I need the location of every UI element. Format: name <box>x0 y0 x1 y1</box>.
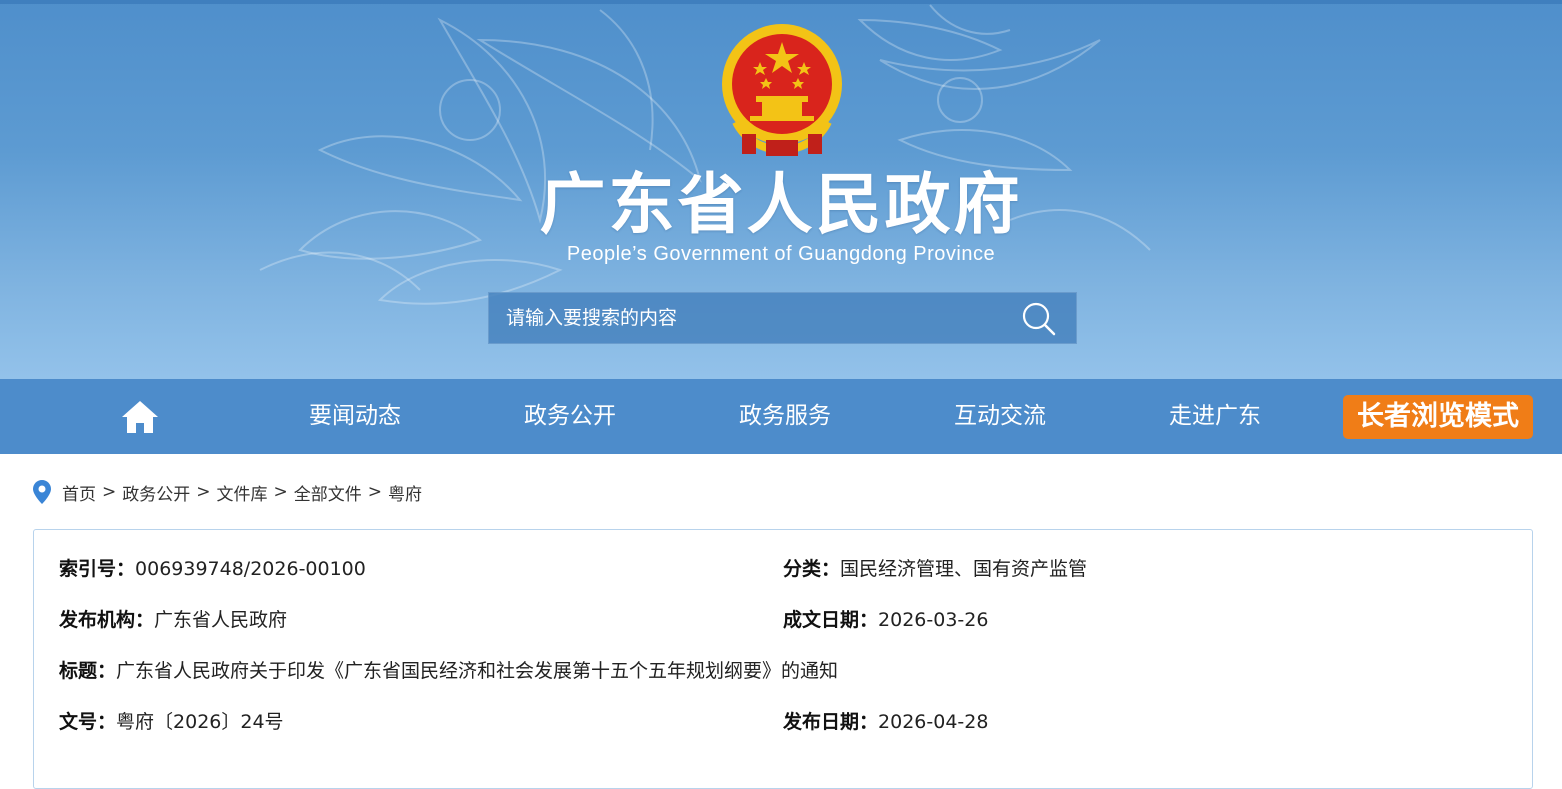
search-input[interactable] <box>489 293 1009 343</box>
category-value: 国民经济管理、国有资产监管 <box>840 558 1088 580</box>
issuer-label: 发布机构： <box>59 609 155 631</box>
doc-number-value: 粤府〔2026〕24号 <box>116 711 284 733</box>
site-subtitle: People’s Government of Guangdong Provinc… <box>566 243 996 265</box>
breadcrumb-yuefu[interactable]: 粤府 <box>388 480 422 505</box>
written-date-value: 2026-03-26 <box>878 609 989 631</box>
breadcrumb: 首页 > 政务公开 > 文件库 > 全部文件 > 粤府 <box>33 478 422 506</box>
national-emblem-icon <box>722 24 842 156</box>
category-label: 分类： <box>783 558 841 580</box>
issuer-row: 发布机构：广东省人民政府 <box>59 605 287 635</box>
category-row: 分类：国民经济管理、国有资产监管 <box>783 554 1087 584</box>
nav-item-gov-services[interactable]: 政务服务 <box>715 379 855 454</box>
issuer-value: 广东省人民政府 <box>154 609 288 631</box>
nav-item-gov-affairs-open[interactable]: 政务公开 <box>500 379 640 454</box>
site-title: 广东省人民政府 <box>539 166 1023 243</box>
location-pin-icon <box>33 480 51 504</box>
search-icon[interactable] <box>1019 299 1059 339</box>
index-number-value: 006939748/2026-00100 <box>135 558 366 580</box>
breadcrumb-all-documents[interactable]: 全部文件 <box>294 480 362 505</box>
doc-number-label: 文号： <box>59 711 117 733</box>
title-value: 广东省人民政府关于印发《广东省国民经济和社会发展第十五个五年规划纲要》的通知 <box>116 660 839 682</box>
home-icon[interactable] <box>120 399 160 435</box>
index-number-label: 索引号： <box>59 558 136 580</box>
search-box <box>488 292 1077 344</box>
written-date-row: 成文日期：2026-03-26 <box>783 605 988 635</box>
breadcrumb-separator: > <box>196 482 211 502</box>
title-row: 标题：广东省人民政府关于印发《广东省国民经济和社会发展第十五个五年规划纲要》的通… <box>59 656 838 686</box>
doc-number-row: 文号：粤府〔2026〕24号 <box>59 707 284 737</box>
publish-date-row: 发布日期：2026-04-28 <box>783 707 988 737</box>
document-info-panel: 索引号：006939748/2026-00100 分类：国民经济管理、国有资产监… <box>33 529 1533 789</box>
main-nav: 要闻动态 政务公开 政务服务 互动交流 走进广东 <box>0 379 1562 454</box>
breadcrumb-separator: > <box>273 482 288 502</box>
breadcrumb-document-library[interactable]: 文件库 <box>217 480 268 505</box>
nav-item-about-guangdong[interactable]: 走进广东 <box>1145 379 1285 454</box>
nav-item-news[interactable]: 要闻动态 <box>285 379 425 454</box>
header-banner: 广东省人民政府 People’s Government of Guangdong… <box>0 0 1562 379</box>
title-label: 标题： <box>59 660 117 682</box>
breadcrumb-separator: > <box>367 482 382 502</box>
elder-mode-button[interactable]: 长者浏览模式 <box>1343 395 1533 439</box>
written-date-label: 成文日期： <box>783 609 879 631</box>
publish-date-value: 2026-04-28 <box>878 711 989 733</box>
index-number-row: 索引号：006939748/2026-00100 <box>59 554 366 584</box>
publish-date-label: 发布日期： <box>783 711 879 733</box>
breadcrumb-gov-affairs-open[interactable]: 政务公开 <box>122 480 190 505</box>
breadcrumb-home[interactable]: 首页 <box>62 480 96 505</box>
breadcrumb-separator: > <box>102 482 117 502</box>
nav-item-interaction[interactable]: 互动交流 <box>930 379 1070 454</box>
